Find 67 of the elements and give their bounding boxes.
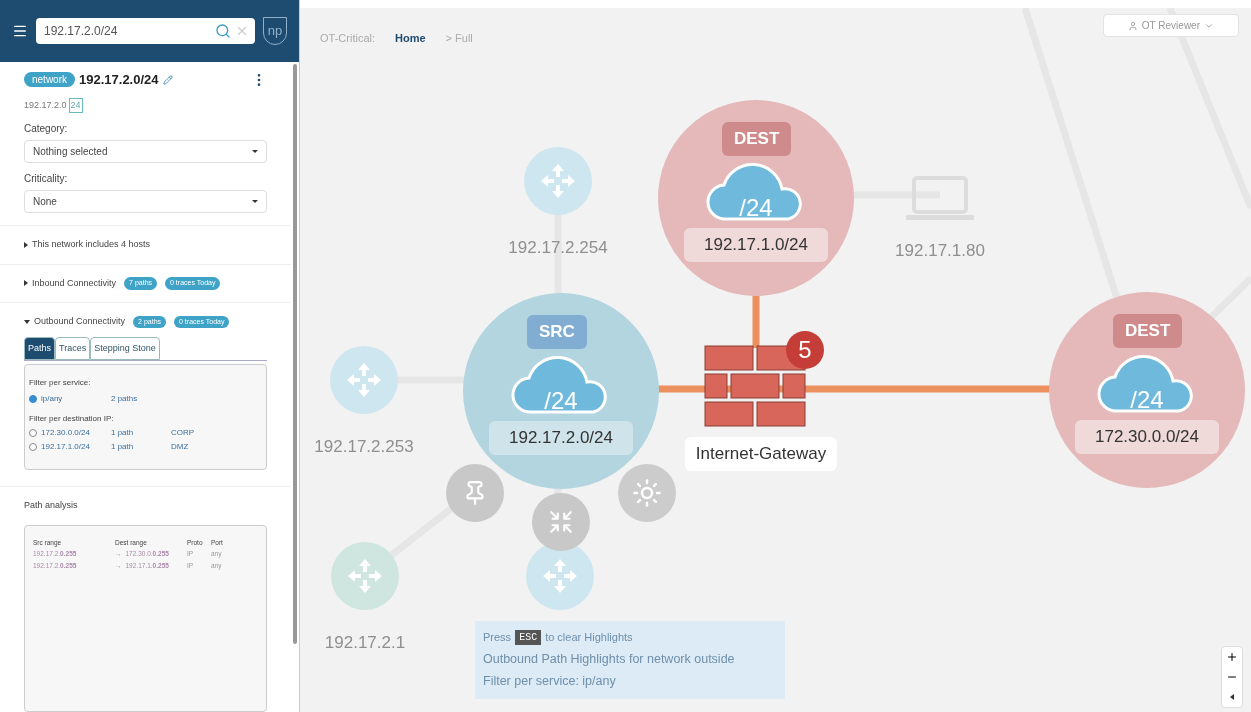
select-field[interactable]: None <box>24 190 267 213</box>
plus-icon <box>1226 651 1238 663</box>
pin-button[interactable] <box>446 464 504 522</box>
destination-ip: 192.17.1.0/24 <box>41 441 91 453</box>
menu-icon[interactable] <box>12 23 28 39</box>
alert-count-badge: 5 <box>786 331 824 369</box>
prefix-label: /24 <box>1129 385 1165 415</box>
path-count: 1 path <box>111 427 135 439</box>
type-badge: network <box>24 72 75 88</box>
field-label: Category: <box>24 122 69 136</box>
tab[interactable]: Stepping Stone <box>90 336 160 360</box>
scrollbar-thumb[interactable] <box>293 64 297 644</box>
key-label: ESC <box>515 629 542 645</box>
search-icon[interactable] <box>215 23 231 39</box>
zone-name: CORP <box>171 427 195 439</box>
section-title[interactable]: Inbound Connectivity <box>32 276 117 290</box>
path-count: 2 paths <box>111 393 138 405</box>
destination-ip: 172.30.0.0/24 <box>41 427 91 439</box>
role-tag: DEST <box>722 122 792 156</box>
tab[interactable]: Paths <box>24 336 55 360</box>
network-address: 192.17.2.0 <box>24 98 67 112</box>
triangle-icon <box>1230 694 1234 700</box>
zone-name: DMZ <box>171 441 189 453</box>
section-title: Path analysis <box>24 499 79 512</box>
node-label: 192.17.2.254 <box>507 237 609 259</box>
node-label: 192.17.2.1 <box>323 632 407 654</box>
breadcrumb-label: OT-Critical: <box>320 31 375 46</box>
prefix-label: /24 <box>543 386 579 416</box>
radio-button[interactable] <box>29 429 37 437</box>
expand-icon[interactable] <box>24 319 30 324</box>
node-label: 172.30.0.0/24 <box>1075 420 1219 454</box>
tab[interactable]: Traces <box>55 336 91 360</box>
caret-icon <box>252 150 258 153</box>
radio-button[interactable] <box>29 395 37 403</box>
node-label: Internet-Gateway <box>685 437 837 471</box>
caret-icon <box>252 200 258 203</box>
entity-title: 192.17.2.0/24 <box>79 71 159 89</box>
node-label: 192.17.1.0/24 <box>684 228 828 262</box>
field-label: Criticality: <box>24 172 69 186</box>
section-title[interactable]: Outbound Connectivity <box>34 315 126 329</box>
hint-text: to clear Highlights <box>545 630 633 645</box>
node-label: 192.17.1.80 <box>894 240 986 262</box>
expand-icon[interactable] <box>24 241 28 248</box>
search-field[interactable]: 192.17.2.0/24 <box>36 18 255 44</box>
path-count: 1 path <box>111 441 135 453</box>
edit-icon[interactable] <box>162 74 173 85</box>
close-icon[interactable] <box>235 24 249 38</box>
select-field[interactable]: Nothing selected <box>24 140 267 163</box>
breadcrumb-link[interactable]: Home <box>395 30 426 47</box>
hint-text: Press <box>483 630 512 645</box>
role-tag: SRC <box>527 315 587 349</box>
filter-heading: Filter per destination IP: <box>29 413 115 425</box>
role-tag: DEST <box>1113 314 1183 348</box>
service-name: ip/any <box>41 393 64 405</box>
prefix-length: 24 <box>68 97 83 113</box>
section-title[interactable]: This network includes 4 hosts <box>32 238 151 252</box>
radio-button[interactable] <box>29 443 37 451</box>
prefix-label: /24 <box>738 193 774 223</box>
collapse-icon <box>548 509 574 535</box>
hint-text: Outbound Path Highlights for network outside <box>483 650 736 668</box>
hint-text: Filter per service: ip/any <box>483 673 617 691</box>
filter-heading: Filter per service: <box>29 377 92 389</box>
user-icon <box>1127 20 1138 31</box>
node-label: 192.17.2.253 <box>313 436 415 458</box>
expand-icon[interactable] <box>24 280 28 287</box>
node-label: 192.17.2.0/24 <box>489 421 633 455</box>
sun-icon <box>632 478 662 508</box>
